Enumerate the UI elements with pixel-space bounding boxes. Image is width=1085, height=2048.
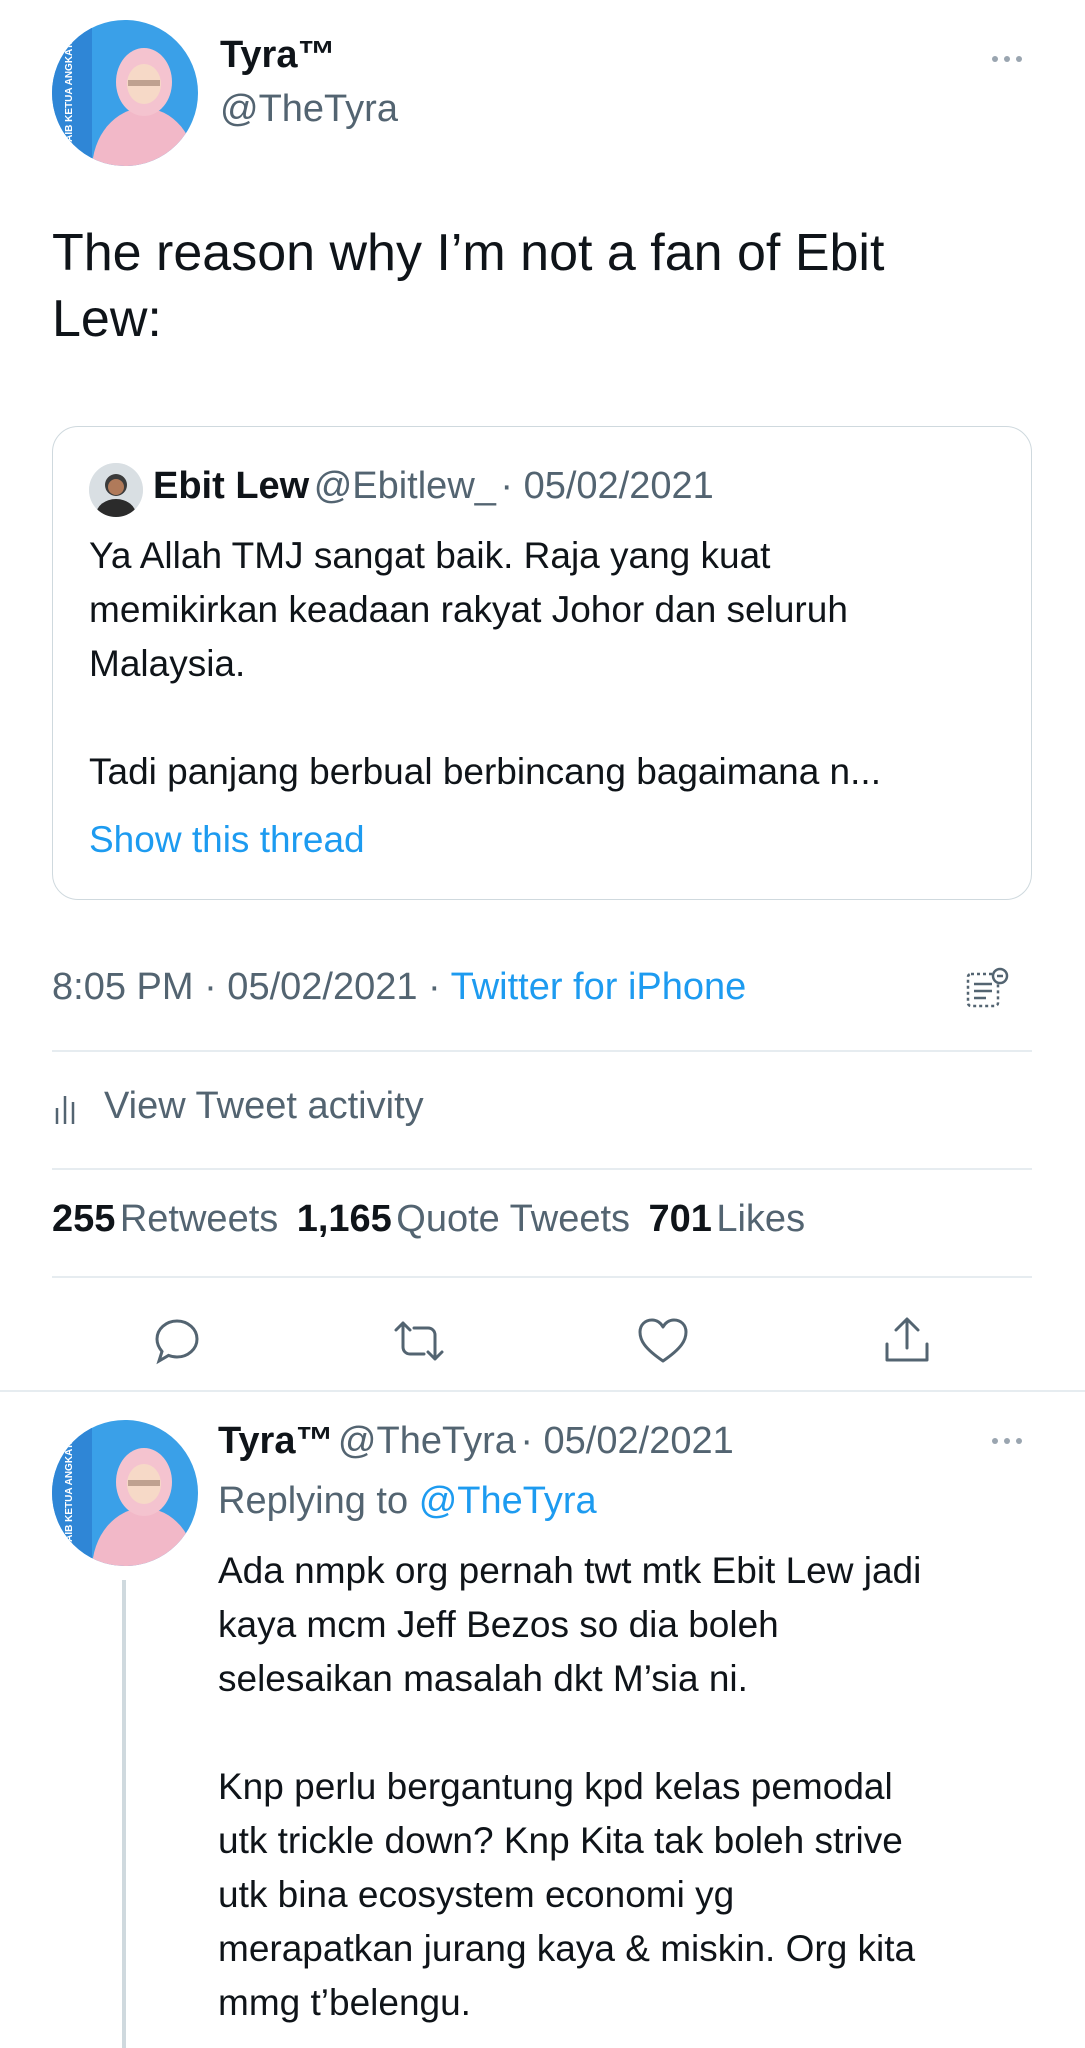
show-thread-link[interactable]: Show this thread: [89, 813, 365, 867]
quoted-tweet-card[interactable]: Ebit Lew @Ebitlew_ · 05/02/2021 Ya Allah…: [52, 426, 1032, 900]
quote-tweets-stat[interactable]: 1,165 Quote Tweets: [297, 1198, 635, 1240]
tweet-timestamp: 8:05 PM · 05/02/2021 · Twitter for iPhon…: [52, 966, 746, 1009]
reply-author-handle[interactable]: @TheTyra: [338, 1420, 516, 1462]
more-options-icon[interactable]: [992, 56, 1022, 62]
divider: [52, 1050, 1032, 1052]
likes-stat[interactable]: 701 Likes: [649, 1198, 806, 1240]
replying-to-handle[interactable]: @TheTyra: [419, 1480, 597, 1522]
thread-connector-line: [122, 1580, 126, 2048]
quoted-author-name: Ebit Lew: [153, 465, 310, 507]
reply-tweet-text: Ada nmpk org pernah twt mtk Ebit Lew jad…: [218, 1550, 922, 2023]
quote-tweets-count: 1,165: [296, 1198, 392, 1240]
quoted-tweet-text: Ya Allah TMJ sangat baik. Raja yang kuat…: [89, 535, 881, 792]
reply-tweet-header: Tyra™ @TheTyra · 05/02/2021: [218, 1420, 734, 1463]
divider: [0, 1390, 1085, 1392]
reply-author-avatar[interactable]: NAIB KETUA ANGKATA: [52, 1420, 198, 1566]
retweet-icon[interactable]: [388, 1310, 450, 1372]
view-activity-row[interactable]: View Tweet activity: [52, 1080, 424, 1132]
tweet-stats: 255 Retweets 1,165 Quote Tweets 701 Like…: [52, 1198, 805, 1241]
share-icon[interactable]: [876, 1310, 938, 1372]
retweets-stat[interactable]: 255 Retweets: [52, 1198, 283, 1240]
reply-icon[interactable]: [146, 1310, 208, 1372]
divider: [52, 1168, 1032, 1170]
tweet-date: · 05/02/2021 ·: [204, 966, 441, 1008]
author-avatar[interactable]: NAIB KETUA ANGKATA: [52, 20, 198, 166]
reply-tweet-date: · 05/02/2021: [520, 1420, 734, 1462]
retweets-count: 255: [52, 1198, 116, 1240]
replying-to-line: Replying to @TheTyra: [218, 1480, 597, 1523]
quote-tweets-label: Quote Tweets: [396, 1198, 631, 1240]
svg-text:NAIB KETUA ANGKATA: NAIB KETUA ANGKATA: [64, 37, 75, 149]
likes-label: Likes: [716, 1198, 806, 1240]
author-display-name[interactable]: Tyra™: [220, 34, 335, 77]
quoted-tweet-header: Ebit Lew @Ebitlew_ · 05/02/2021: [153, 465, 714, 508]
quoted-tweet-date: · 05/02/2021: [500, 465, 714, 507]
tweet-notes-icon[interactable]: [964, 966, 1010, 1012]
activity-bars-icon: [52, 1086, 82, 1126]
author-handle[interactable]: @TheTyra: [220, 88, 398, 131]
svg-text:NAIB KETUA ANGKATA: NAIB KETUA ANGKATA: [64, 1437, 75, 1549]
tweet-text: The reason why I’m not a fan of Ebit Lew…: [52, 224, 885, 348]
tweet-source-link[interactable]: Twitter for iPhone: [451, 966, 747, 1008]
reply-more-options-icon[interactable]: [992, 1438, 1022, 1444]
retweets-label: Retweets: [119, 1198, 279, 1240]
tweet-time: 8:05 PM: [52, 966, 194, 1008]
reply-author-name[interactable]: Tyra™: [218, 1420, 333, 1462]
view-activity-label: View Tweet activity: [104, 1084, 424, 1127]
quoted-author-avatar: [89, 463, 143, 517]
likes-count: 701: [648, 1198, 712, 1240]
heart-icon[interactable]: [632, 1310, 694, 1372]
replying-to-prefix: Replying to: [218, 1480, 409, 1522]
divider: [52, 1276, 1032, 1278]
quoted-author-handle: @Ebitlew_: [313, 465, 496, 507]
